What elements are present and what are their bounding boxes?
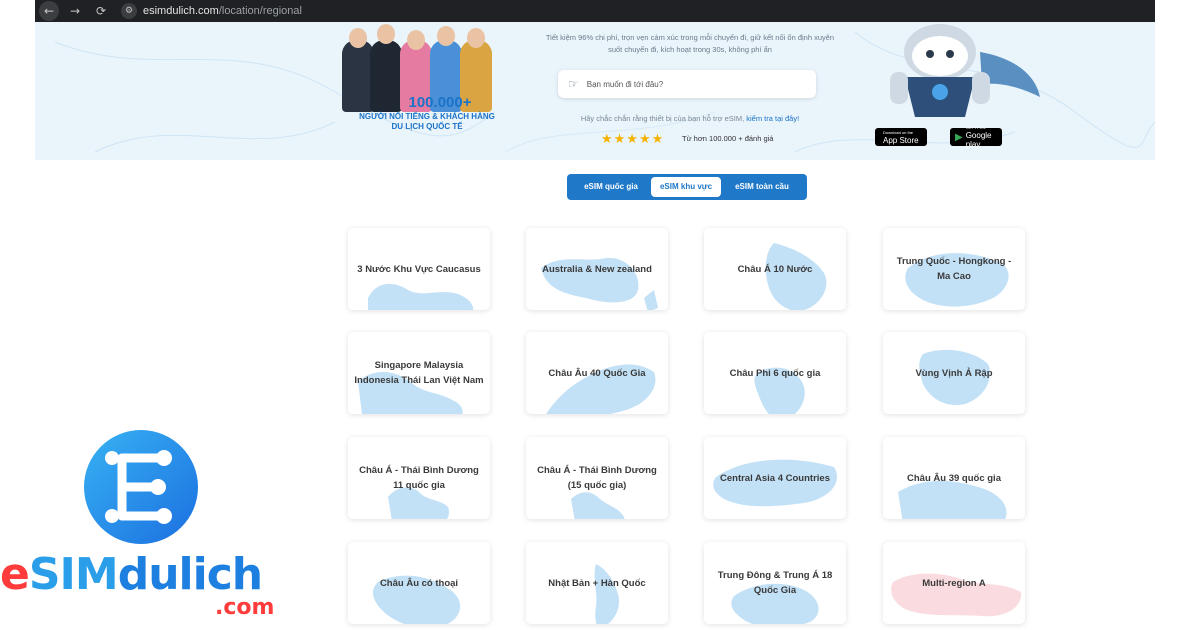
- region-card[interactable]: Central Asia 4 Countries: [704, 437, 846, 519]
- celebrity-caption-line-1: NGƯỜI NỔI TIẾNG & KHÁCH HÀNG: [359, 112, 495, 121]
- region-card[interactable]: Multi-region A: [883, 542, 1025, 624]
- region-card-label: Central Asia 4 Countries: [720, 472, 830, 484]
- pointing-hand-icon: ☞: [568, 77, 579, 91]
- region-card[interactable]: Châu Á - Thái Bình Dương (15 quốc gia): [526, 437, 668, 519]
- region-card[interactable]: Australia & New zealand: [526, 228, 668, 310]
- region-card-label: Châu Âu có thoại: [379, 577, 459, 589]
- logo-sim: SIM: [28, 549, 119, 600]
- region-card-label: Châu Á - Thái Bình Dương (15 quốc gia): [537, 465, 657, 491]
- logo-dulich: dulich: [117, 549, 263, 600]
- url-host: esimdulich.com: [143, 5, 219, 17]
- region-card-label: Singapore Malaysia Indonesia Thái Lan Vi…: [354, 360, 484, 386]
- browser-toolbar: ← → ⟳ ⚙ esimdulich.com/location/regional: [35, 0, 1155, 22]
- celebrity-head: [349, 28, 367, 48]
- region-card[interactable]: Châu Á 10 Nước: [704, 228, 846, 310]
- back-arrow-icon[interactable]: ←: [39, 1, 59, 21]
- google-play-button[interactable]: ▶ GET IT ON Google play: [950, 125, 1002, 149]
- celebrity-head: [467, 28, 485, 48]
- region-card[interactable]: Châu Âu 39 quốc gia: [883, 437, 1025, 519]
- app-store-big-text: App Store: [883, 135, 919, 145]
- url-text: esimdulich.com/location/regional: [143, 5, 302, 17]
- region-card-label: Châu Âu 39 quốc gia: [907, 472, 1001, 484]
- region-card-label: Vùng Vịnh Ả Rập: [915, 367, 993, 379]
- logo-e-letter: e: [0, 549, 30, 600]
- device-compat-notice: Hãy chắc chắn rằng thiết bị của bạn hỗ t…: [550, 114, 830, 123]
- region-card-label: Trung Quốc - Hongkong - Ma Cao: [896, 256, 1012, 282]
- app-store-label: Download on the App Store: [883, 130, 919, 145]
- region-card[interactable]: Châu Âu 40 Quốc Gia: [526, 332, 668, 414]
- logo-dot-com: .com: [215, 595, 275, 620]
- celebrity-caption-line-2: DU LỊCH QUỐC TẾ: [391, 122, 463, 131]
- region-card-label: Trung Đông & Trung Á 18 Quốc Gia: [717, 570, 833, 596]
- address-bar[interactable]: ⚙ esimdulich.com/location/regional: [119, 2, 310, 20]
- region-card[interactable]: Trung Quốc - Hongkong - Ma Cao: [883, 228, 1025, 310]
- region-card[interactable]: Vùng Vịnh Ả Rập: [883, 332, 1025, 414]
- region-card-label: Châu Á 10 Nước: [737, 263, 813, 275]
- hero-banner: 100.000+ NGƯỜI NỔI TIẾNG & KHÁCH HÀNG DU…: [35, 22, 1155, 160]
- google-play-big-text: Google play: [965, 131, 992, 149]
- region-card-label: 3 Nước Khu Vực Caucasus: [357, 263, 481, 275]
- app-store-button[interactable]: Download on the App Store: [875, 128, 927, 146]
- celebrity-head: [437, 26, 455, 46]
- tab-esim-quoc-gia[interactable]: eSIM quốc gia: [571, 177, 651, 197]
- mascot-illustration: [890, 24, 1040, 117]
- forward-arrow-icon[interactable]: →: [65, 1, 85, 21]
- hero-tagline-line-1: Tiết kiệm 96% chi phí, trọn vẹn cảm xúc …: [545, 33, 835, 42]
- reviews-count: Từ hơn 100.000 + đánh giá: [682, 134, 774, 143]
- celebrity-group-image: [340, 22, 505, 160]
- reload-icon[interactable]: ⟳: [91, 1, 111, 21]
- region-card[interactable]: Châu Âu có thoại: [348, 542, 490, 624]
- region-card[interactable]: 3 Nước Khu Vực Caucasus: [348, 228, 490, 310]
- tab-esim-toan-cau[interactable]: eSIM toàn cầu: [721, 177, 803, 197]
- compat-check-link[interactable]: kiểm tra tại đây!: [746, 114, 799, 123]
- region-card[interactable]: Châu Phi 6 quốc gia: [704, 332, 846, 414]
- google-play-icon: ▶: [955, 131, 963, 143]
- compat-text: Hãy chắc chắn rằng thiết bị của bạn hỗ t…: [580, 114, 745, 123]
- rating-stars: ★★★★★: [601, 132, 665, 147]
- hero-tagline: Tiết kiệm 96% chi phí, trọn vẹn cảm xúc …: [535, 32, 845, 56]
- esimdulich-logo-icon: [84, 430, 198, 544]
- celebrity-head: [407, 30, 425, 50]
- google-play-label: GET IT ON Google play: [966, 125, 997, 149]
- destination-search-box[interactable]: ☞: [558, 70, 816, 98]
- tab-esim-khu-vuc[interactable]: eSIM khu vực: [651, 177, 721, 197]
- region-card-label: Châu Âu 40 Quốc Gia: [548, 367, 646, 379]
- region-card-label: Châu Á - Thái Bình Dương 11 quốc gia: [359, 465, 479, 491]
- region-card-label: Australia & New zealand: [542, 263, 652, 275]
- esimdulich-logo-wordmark: eSIMdulich: [0, 550, 290, 600]
- celebrity-caption: NGƯỜI NỔI TIẾNG & KHÁCH HÀNG DU LỊCH QUỐ…: [347, 112, 507, 132]
- esim-type-tabs: eSIM quốc gia eSIM khu vực eSIM toàn cầu: [567, 174, 807, 200]
- site-info-icon[interactable]: ⚙: [121, 3, 137, 19]
- celebrity-head: [377, 24, 395, 44]
- region-card[interactable]: Singapore Malaysia Indonesia Thái Lan Vi…: [348, 332, 490, 414]
- region-card-label: Nhật Bản + Hàn Quốc: [548, 577, 646, 589]
- url-path: /location/regional: [218, 5, 302, 17]
- region-card[interactable]: Nhật Bản + Hàn Quốc: [526, 542, 668, 624]
- region-card-label: Multi-region A: [922, 577, 986, 589]
- hero-tagline-line-2: suốt chuyến đi, kích hoạt trong 30s, khô…: [608, 45, 772, 54]
- destination-search-input[interactable]: [586, 79, 787, 89]
- region-card[interactable]: Châu Á - Thái Bình Dương 11 quốc gia: [348, 437, 490, 519]
- celebrity-count: 100.000+: [408, 94, 472, 111]
- region-card-label: Châu Phi 6 quốc gia: [729, 367, 821, 379]
- region-card[interactable]: Trung Đông & Trung Á 18 Quốc Gia: [704, 542, 846, 624]
